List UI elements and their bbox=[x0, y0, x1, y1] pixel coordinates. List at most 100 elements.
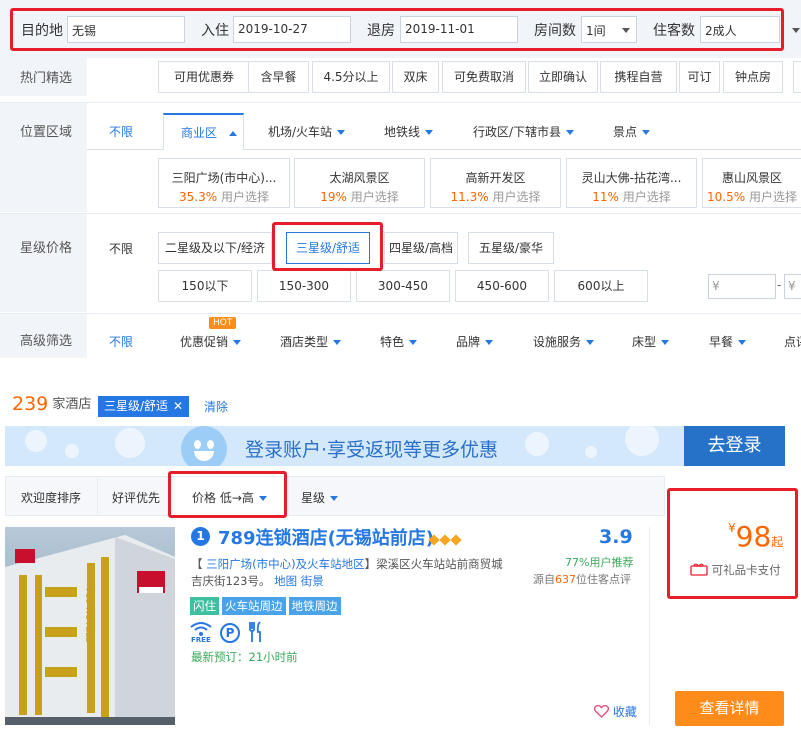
location-unlimited[interactable]: 不限 bbox=[109, 123, 133, 140]
address-area-link[interactable]: 三阳广场(市中心)及火车站地区 bbox=[206, 557, 364, 571]
hot-chip-twin-bed[interactable]: 双床 bbox=[392, 61, 439, 93]
login-button[interactable]: 去登录 bbox=[684, 426, 785, 466]
chevron-down-icon[interactable] bbox=[792, 28, 800, 33]
banner-text: 登录账户·享受返现等更多优惠 bbox=[245, 439, 499, 461]
price-chip-300-450[interactable]: 300-450 bbox=[356, 270, 450, 302]
tab-business-district[interactable]: 商业区 bbox=[163, 113, 244, 150]
close-icon[interactable]: ✕ bbox=[173, 399, 183, 413]
selected-filter-label: 三星级/舒适 bbox=[104, 399, 169, 413]
hotel-sign-text: 789 HOTELS bbox=[83, 587, 93, 643]
reviews-count[interactable]: 637 bbox=[555, 573, 576, 586]
hot-chip-hourly[interactable]: 钟点房 bbox=[723, 61, 783, 93]
adv-bed-type[interactable]: 床型 bbox=[632, 333, 670, 350]
location-card-name: 三阳广场(市中心)... bbox=[171, 171, 277, 185]
tab-district[interactable]: 行政区/下辖市县 bbox=[473, 123, 575, 140]
location-card-pct: 10.5% bbox=[707, 190, 746, 204]
reviews-suffix: 位住客点评 bbox=[576, 573, 631, 586]
selected-filter-tag[interactable]: 三星级/舒适 ✕ bbox=[98, 396, 190, 417]
hot-badge: HOT bbox=[209, 317, 237, 329]
chevron-down-icon bbox=[642, 130, 651, 135]
adv-reviews[interactable]: 点评 bbox=[784, 333, 801, 350]
price-chip-150-300[interactable]: 150-300 bbox=[257, 270, 351, 302]
hot-chip-rating[interactable]: 4.5分以上 bbox=[312, 61, 390, 93]
location-card-pct: 19% bbox=[320, 190, 347, 204]
hot-chip-bookable[interactable]: 可订 bbox=[679, 61, 720, 93]
hotel-name-link[interactable]: 789连锁酒店(无锡站前店) bbox=[218, 524, 434, 550]
recent-booking-text: 最新预订：21小时前 bbox=[191, 650, 298, 664]
map-link[interactable]: 地图 bbox=[274, 574, 297, 588]
chevron-down-icon bbox=[566, 130, 575, 135]
sort-star[interactable]: 星级 bbox=[301, 489, 339, 506]
price-chip-above-600[interactable]: 600以上 bbox=[554, 270, 648, 302]
star-price-row: 不限 二星级及以下/经济 三星级/舒适 四星级/高档 五星级/豪华 150以下 … bbox=[87, 214, 801, 312]
view-details-button[interactable]: 查看详情 bbox=[675, 691, 784, 726]
price-chip-under-150[interactable]: 150以下 bbox=[158, 270, 252, 302]
adv-facilities[interactable]: 设施服务 bbox=[533, 333, 595, 350]
location-card[interactable]: 太湖风景区 19% 用户选择 bbox=[294, 158, 425, 208]
location-card-unit: 用户选择 bbox=[492, 190, 541, 204]
star-chip-four-star[interactable]: 四星级/高档 bbox=[384, 232, 458, 264]
tab-metro-line[interactable]: 地铁线 bbox=[384, 123, 434, 140]
adv-promotion[interactable]: 优惠促销 bbox=[180, 333, 242, 350]
location-card[interactable]: 灵山大佛-拈花湾... 11% 用户选择 bbox=[566, 158, 697, 208]
guests-select[interactable]: 2成人 bbox=[700, 16, 780, 43]
advanced-label: 高级筛选 bbox=[0, 314, 87, 358]
location-card-name: 惠山风景区 bbox=[721, 171, 782, 185]
search-bar: 目的地 无锡 入住 2019-10-27 退房 2019-11-01 房间数 1… bbox=[0, 0, 801, 58]
tab-metro-line-label: 地铁线 bbox=[384, 125, 421, 139]
checkout-input[interactable]: 2019-11-01 bbox=[400, 16, 518, 43]
price-value: 98 bbox=[735, 520, 772, 553]
smiley-face-icon bbox=[181, 426, 227, 466]
clear-filters-link[interactable]: 清除 bbox=[204, 398, 228, 415]
adv-brand[interactable]: 品牌 bbox=[456, 333, 494, 350]
checkin-input[interactable]: 2019-10-27 bbox=[233, 16, 351, 43]
sort-rating[interactable]: 好评优先 bbox=[112, 489, 160, 506]
chevron-down-icon bbox=[738, 340, 747, 345]
hot-chip-free-cancel[interactable]: 可免费取消 bbox=[442, 61, 526, 93]
hot-chip-breakfast[interactable]: 含早餐 bbox=[248, 61, 309, 93]
advanced-row: 不限 优惠促销 HOT 酒店类型 特色 品牌 设施服务 床型 早餐 点评 bbox=[87, 314, 801, 358]
adv-breakfast[interactable]: 早餐 bbox=[709, 333, 747, 350]
gift-card-icon bbox=[690, 563, 708, 576]
star-price-label: 星级价格 bbox=[0, 214, 87, 312]
hotel-image[interactable]: 789 HOTELS bbox=[5, 527, 175, 725]
tab-airport-station[interactable]: 机场/火车站 bbox=[268, 123, 346, 140]
chevron-down-icon bbox=[330, 496, 339, 501]
tab-attractions[interactable]: 景点 bbox=[613, 123, 651, 140]
star-chip-economy[interactable]: 二星级及以下/经济 bbox=[158, 232, 272, 264]
advanced-unlimited[interactable]: 不限 bbox=[109, 333, 133, 350]
location-card[interactable]: 惠山风景区 10.5% 用户选择 bbox=[702, 158, 801, 208]
location-card[interactable]: 三阳广场(市中心)... 35.3% 用户选择 bbox=[158, 158, 290, 208]
chevron-down-icon bbox=[409, 340, 418, 345]
sort-popularity[interactable]: 欢迎度排序 bbox=[21, 489, 81, 506]
chevron-up-icon bbox=[229, 131, 237, 136]
destination-label: 目的地 bbox=[21, 23, 63, 39]
location-card[interactable]: 高新开发区 11.3% 用户选择 bbox=[430, 158, 561, 208]
rooms-label: 房间数 bbox=[534, 23, 576, 39]
rooms-select[interactable]: 1间 bbox=[581, 16, 637, 43]
price-from-input[interactable]: ¥ bbox=[708, 274, 776, 299]
wifi-free-label: FREE bbox=[191, 636, 211, 644]
hot-chip-instant-confirm[interactable]: 立即确认 bbox=[528, 61, 598, 93]
star-chip-five-star[interactable]: 五星级/豪华 bbox=[468, 232, 554, 264]
price-chip-450-600[interactable]: 450-600 bbox=[455, 270, 549, 302]
adv-feature[interactable]: 特色 bbox=[380, 333, 418, 350]
active-tab-gap bbox=[164, 149, 243, 150]
hot-chip-more[interactable] bbox=[793, 61, 801, 93]
star-unlimited[interactable]: 不限 bbox=[109, 240, 133, 257]
destination-input[interactable]: 无锡 bbox=[67, 16, 185, 43]
adv-breakfast-label: 早餐 bbox=[709, 335, 734, 349]
street-view-link[interactable]: 街景 bbox=[301, 574, 324, 588]
location-card-unit: 用户选择 bbox=[748, 190, 797, 204]
price-to-input[interactable]: ¥ bbox=[784, 274, 801, 299]
hot-chip-ctrip-self[interactable]: 携程自营 bbox=[600, 61, 677, 93]
filter-panel: 热门精选 可用优惠券 含早餐 4.5分以上 双床 可免费取消 立即确认 携程自营… bbox=[0, 58, 801, 358]
favorite-button[interactable]: 收藏 bbox=[593, 703, 637, 720]
hot-chip-coupon[interactable]: 可用优惠券 bbox=[158, 61, 250, 93]
location-card-pct: 11.3% bbox=[450, 190, 489, 204]
price-range-dash: - bbox=[777, 278, 782, 292]
star-highlight-box bbox=[272, 222, 383, 271]
adv-hotel-type[interactable]: 酒店类型 bbox=[280, 333, 342, 350]
divider bbox=[97, 477, 98, 515]
feature-tags: 闪住 火车站周边 地铁周边 bbox=[190, 597, 344, 615]
